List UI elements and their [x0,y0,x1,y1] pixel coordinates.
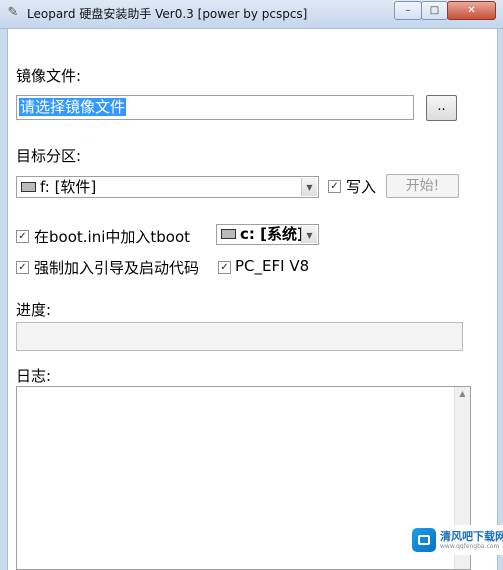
target-partition-label: 目标分区: [16,147,82,165]
watermark-text: 清风吧下载网 [440,530,503,543]
force-boot-label: 强制加入引导及启动代码 [34,259,200,277]
title-bar[interactable]: ✎ Leopard 硬盘安装助手 Ver0.3 [power by pcspcs… [0,0,503,29]
pc-efi-checkbox[interactable]: ✓ [218,261,231,274]
main-panel: 镜像文件: 请选择镜像文件 .. 目标分区: f: [软件] ▼ ✓ 写入 开始… [7,29,498,570]
browse-button[interactable]: .. [426,95,457,121]
tboot-label: 在boot.ini中加入tboot [34,228,191,246]
image-file-label: 镜像文件: [16,67,82,85]
target-partition-select[interactable]: f: [软件] ▼ [16,176,319,198]
pc-efi-label: PC_EFI V8 [235,257,310,275]
drive-icon [221,228,236,239]
start-button[interactable]: 开始! [386,174,459,198]
log-textarea[interactable]: ▲ [16,386,471,570]
close-button[interactable]: ✕ [447,1,496,20]
watermark-subtext: www.qqfengba.com [440,543,500,550]
maximize-button[interactable]: □ [421,1,448,20]
target-partition-value: f: [软件] [40,178,97,196]
progress-label: 进度: [16,301,52,319]
app-icon[interactable]: ✎ [5,5,21,21]
watermark-logo-icon [412,528,436,552]
force-boot-checkbox[interactable]: ✓ [16,261,29,274]
image-file-input[interactable]: 请选择镜像文件 [16,95,414,120]
window-title: Leopard 硬盘安装助手 Ver0.3 [power by pcspcs] [27,7,308,21]
tboot-drive-select[interactable]: c: [系统] ▼ [216,224,319,245]
write-label: 写入 [346,178,377,196]
drive-icon [21,181,36,192]
log-label: 日志: [16,367,52,385]
progress-bar [16,322,463,351]
scroll-up-icon[interactable]: ▲ [455,389,470,398]
watermark: 清风吧下载网 www.qqfengba.com [408,525,503,555]
write-checkbox[interactable]: ✓ [328,180,341,193]
chevron-down-icon[interactable]: ▼ [301,178,317,196]
tboot-drive-value: c: [系统] [240,225,304,243]
tboot-checkbox[interactable]: ✓ [16,230,29,243]
image-file-value: 请选择镜像文件 [19,98,127,116]
chevron-down-icon[interactable]: ▼ [301,226,317,243]
minimize-button[interactable]: – [394,1,422,20]
